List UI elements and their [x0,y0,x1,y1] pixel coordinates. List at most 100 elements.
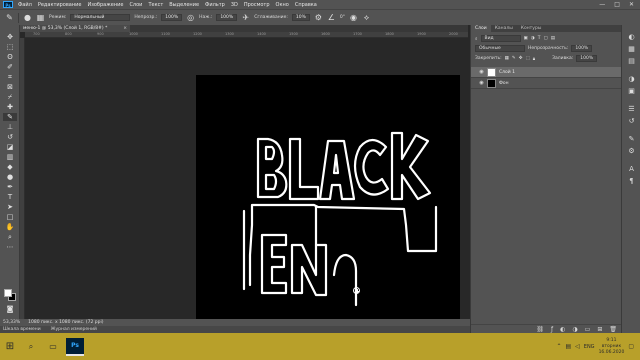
symmetry-icon[interactable]: ⟡ [362,13,371,22]
layer-opacity-input[interactable]: 100% [571,45,593,52]
libraries-panel-icon[interactable]: ▤ [627,57,636,66]
filter-shape-icon[interactable]: ▢ [543,36,547,41]
add-mask-icon[interactable]: ◐ [560,326,565,333]
menu-3d[interactable]: 3D [228,2,241,8]
mode-select[interactable]: Нормальный [70,14,131,21]
network-icon[interactable]: ▤ [565,343,571,350]
eye-icon[interactable]: ◉ [479,69,484,75]
close-tab-icon[interactable]: × [123,25,127,32]
tab-measurement-log[interactable]: Журнал измерений [51,326,97,333]
document-info[interactable]: 1080 пикс. x 1080 пикс. (72 ppi) [28,320,103,325]
menu-window[interactable]: Окно [273,2,292,8]
crop-tool-icon[interactable]: ⌗ [3,73,17,81]
notifications-icon[interactable]: ▢ [628,343,634,350]
adjustment-layer-icon[interactable]: ◑ [572,326,577,333]
fx-icon[interactable]: ƒ [551,326,553,333]
menu-view[interactable]: Просмотр [241,2,273,8]
healing-brush-tool-icon[interactable]: ✚ [3,103,17,111]
smoothing-input[interactable]: 10% [291,14,310,21]
clock[interactable]: 9:11 вторник 16.06.2020 [599,338,625,356]
blur-tool-icon[interactable]: ◆ [3,163,17,171]
history-panel-icon[interactable]: ↺ [627,117,636,126]
pressure-opacity-icon[interactable]: ◎ [186,13,195,22]
menu-edit[interactable]: Редактирование [35,2,85,8]
frame-tool-icon[interactable]: ⊠ [3,83,17,91]
link-layers-icon[interactable]: ⛓ [536,326,544,333]
pen-tool-icon[interactable]: ✒ [3,183,17,191]
task-view-icon[interactable]: ▭ [44,338,62,356]
pressure-size-icon[interactable]: ◉ [349,13,358,22]
lock-pixels-icon[interactable]: ▦ [505,56,509,61]
zoom-tool-icon[interactable]: ⌕ [3,233,17,241]
gear-icon[interactable]: ⚙ [314,13,323,22]
trash-icon[interactable]: 🗑︎ [609,326,617,333]
brush-panel-icon[interactable]: ▦ [36,13,45,22]
gradient-tool-icon[interactable]: ▥ [3,153,17,161]
lock-move-icon[interactable]: ✥ [519,56,523,61]
zoom-level[interactable]: 53,33% [3,320,20,325]
menu-file[interactable]: Файл [15,2,35,8]
history-brush-tool-icon[interactable]: ↺ [3,133,17,141]
language-indicator[interactable]: ENG [584,344,595,350]
canvas-area[interactable] [25,38,468,339]
blend-mode-select[interactable]: Обычные [475,45,525,52]
eye-icon[interactable]: ◉ [479,80,484,86]
filter-smart-icon[interactable]: ▤ [551,36,555,41]
quick-select-tool-icon[interactable]: ✐ [3,63,17,71]
pressure-input[interactable]: 100% [216,14,238,21]
tab-timeline[interactable]: Шкала времени [3,326,41,333]
filter-image-icon[interactable]: ▣ [524,36,528,41]
menu-layers[interactable]: Слои [126,2,145,8]
more-tools-icon[interactable]: ⋯ [3,243,17,251]
menu-help[interactable]: Справка [292,2,320,8]
filter-type-icon[interactable]: T [538,36,541,41]
search-icon[interactable]: ⌕ [22,338,40,356]
fill-input[interactable]: 100% [576,55,598,62]
brushes-panel-icon[interactable]: ✎ [627,135,636,144]
move-tool-icon[interactable]: ✥ [3,33,17,41]
hand-tool-icon[interactable]: ✋ [3,223,17,231]
maximize-button[interactable]: □ [614,1,620,8]
brush-tool-icon[interactable]: ✎ [3,113,17,121]
swatches-panel-icon[interactable]: ▦ [627,45,636,54]
lock-paint-icon[interactable]: ✎ [512,56,516,61]
document-tab[interactable]: меню-1 @ 53,3% (Слой 1, RGB/8#) * × [20,25,130,32]
menu-select[interactable]: Выделение [166,2,202,8]
airbrush-icon[interactable]: ✈ [241,13,250,22]
layer-name[interactable]: Фон [499,81,509,86]
path-select-tool-icon[interactable]: ➤ [3,203,17,211]
styles-panel-icon[interactable]: ▣ [627,87,636,96]
eyedropper-tool-icon[interactable]: ⌿ [3,93,17,101]
opacity-input[interactable]: 100% [161,14,183,21]
minimize-button[interactable]: — [599,1,605,8]
dodge-tool-icon[interactable]: ● [3,173,17,181]
marquee-tool-icon[interactable]: ⬚ [3,43,17,51]
lasso-tool-icon[interactable]: ʘ [3,53,17,61]
menu-type[interactable]: Текст [145,2,166,8]
properties-panel-icon[interactable]: ☰ [627,105,636,114]
layer-name[interactable]: Слой 1 [499,70,515,75]
tab-channels[interactable]: Каналы [491,25,517,32]
filter-adjustment-icon[interactable]: ◑ [531,36,535,41]
clone-stamp-tool-icon[interactable]: ⊥ [3,123,17,131]
document-canvas[interactable] [196,75,460,339]
layer-row[interactable]: ◉ Слой 1 [471,67,622,78]
paragraph-panel-icon[interactable]: ¶ [627,177,636,186]
rectangle-tool-icon[interactable]: □ [3,213,17,221]
foreground-color-swatch[interactable] [4,289,12,297]
photoshop-taskbar-icon[interactable]: Ps [66,337,84,356]
menu-filter[interactable]: Фильтр [202,2,228,8]
new-layer-icon[interactable]: ⊞ [597,326,602,333]
windows-start-icon[interactable]: ⊞ [0,333,20,360]
tab-layers[interactable]: Слои [471,25,491,32]
new-group-icon[interactable]: ▭ [585,326,591,333]
close-button[interactable]: ✕ [629,1,634,8]
lock-all-icon[interactable]: 🔒︎ [533,56,535,62]
tab-paths[interactable]: Контуры [517,25,546,32]
color-panel-icon[interactable]: ◐ [627,33,636,42]
tray-expand-icon[interactable]: ⌃ [556,343,561,350]
layer-row[interactable]: ◉ Фон [471,78,622,89]
brush-settings-icon[interactable]: ⚙ [627,147,636,156]
character-panel-icon[interactable]: A [627,165,636,174]
type-tool-icon[interactable]: T [3,193,17,201]
